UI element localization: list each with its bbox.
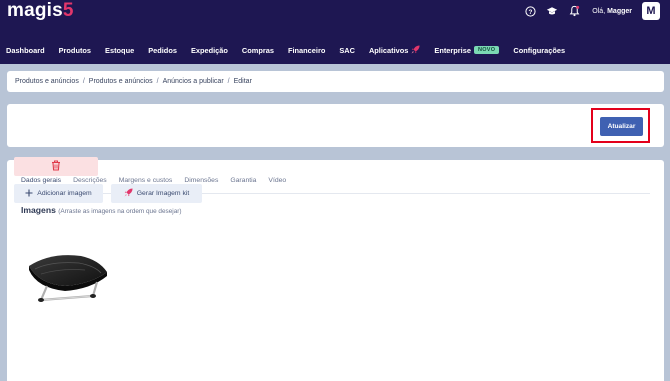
delete-image-button[interactable] (14, 157, 98, 176)
rocket-icon (411, 44, 420, 56)
update-button[interactable]: Atualizar (600, 117, 643, 136)
breadcrumb-separator: / (227, 78, 230, 85)
breadcrumb-item[interactable]: Produtos e anúncios (89, 78, 153, 85)
svg-text:?: ? (528, 8, 532, 15)
nav-sac[interactable]: SAC (339, 46, 355, 55)
nav-expedicao[interactable]: Expedição (191, 46, 228, 55)
breadcrumb: Produtos e anúncios / Produtos e anúncio… (15, 78, 252, 85)
nav-enterprise[interactable]: Enterprise NOVO (434, 45, 500, 55)
help-icon[interactable]: ? (524, 5, 536, 17)
user-greeting: Olá, Magger (592, 7, 632, 15)
rocket-icon (124, 188, 133, 199)
images-hint: (Arraste as imagens na ordem que desejar… (58, 208, 182, 215)
main-menu: Dashboard Produtos Estoque Pedidos Exped… (6, 44, 565, 56)
breadcrumb-item[interactable]: Anúncios a publicar (163, 78, 224, 85)
breadcrumb-separator: / (82, 78, 85, 85)
top-right-controls: ? Olá, Magger M (524, 2, 660, 20)
magis-logo[interactable]: magis5 (7, 0, 74, 22)
breadcrumb-current: Editar (233, 78, 252, 85)
product-edit-panel: Dados gerais Descrições Margens e custos… (7, 160, 664, 381)
nav-dashboard[interactable]: Dashboard (6, 46, 45, 55)
breadcrumb-separator: / (156, 78, 159, 85)
nav-enterprise-label: Enterprise (434, 45, 471, 55)
generate-kit-label: Gerar Imagem kit (136, 190, 190, 197)
generate-kit-image-button[interactable]: Gerar Imagem kit (111, 184, 202, 203)
nav-aplicativos-label: Aplicativos (368, 45, 409, 55)
graduation-cap-icon[interactable] (546, 5, 558, 17)
tab-garantia[interactable]: Garantia (230, 177, 256, 192)
nav-aplicativos[interactable]: Aplicativos (368, 44, 420, 56)
nav-pedidos[interactable]: Pedidos (148, 46, 177, 55)
bell-icon[interactable] (568, 5, 580, 17)
plus-icon (25, 189, 33, 199)
nav-configuracoes[interactable]: Configurações (513, 46, 565, 55)
tab-video[interactable]: Vídeo (268, 177, 286, 192)
nav-estoque[interactable]: Estoque (105, 46, 134, 55)
nav-produtos[interactable]: Produtos (59, 46, 91, 55)
nav-compras[interactable]: Compras (242, 46, 274, 55)
breadcrumb-item[interactable]: Produtos e anúncios (15, 78, 79, 85)
avatar[interactable]: M (642, 2, 660, 20)
trash-icon (51, 158, 61, 176)
nav-financeiro[interactable]: Financeiro (288, 46, 325, 55)
images-title: Imagens (21, 205, 56, 215)
add-image-label: Adicionar imagem (37, 190, 92, 197)
new-badge: NOVO (473, 46, 500, 54)
product-image-thumbnail[interactable] (21, 236, 113, 312)
breadcrumb-bar: Produtos e anúncios / Produtos e anúncio… (7, 71, 664, 92)
action-bar (7, 104, 664, 147)
top-navigation-bar: magis5 ? Olá, Magger M Dashboard Produto… (0, 0, 670, 64)
images-section-title: Imagens (Arraste as imagens na ordem que… (21, 205, 182, 215)
add-image-button[interactable]: Adicionar imagem (14, 184, 103, 203)
